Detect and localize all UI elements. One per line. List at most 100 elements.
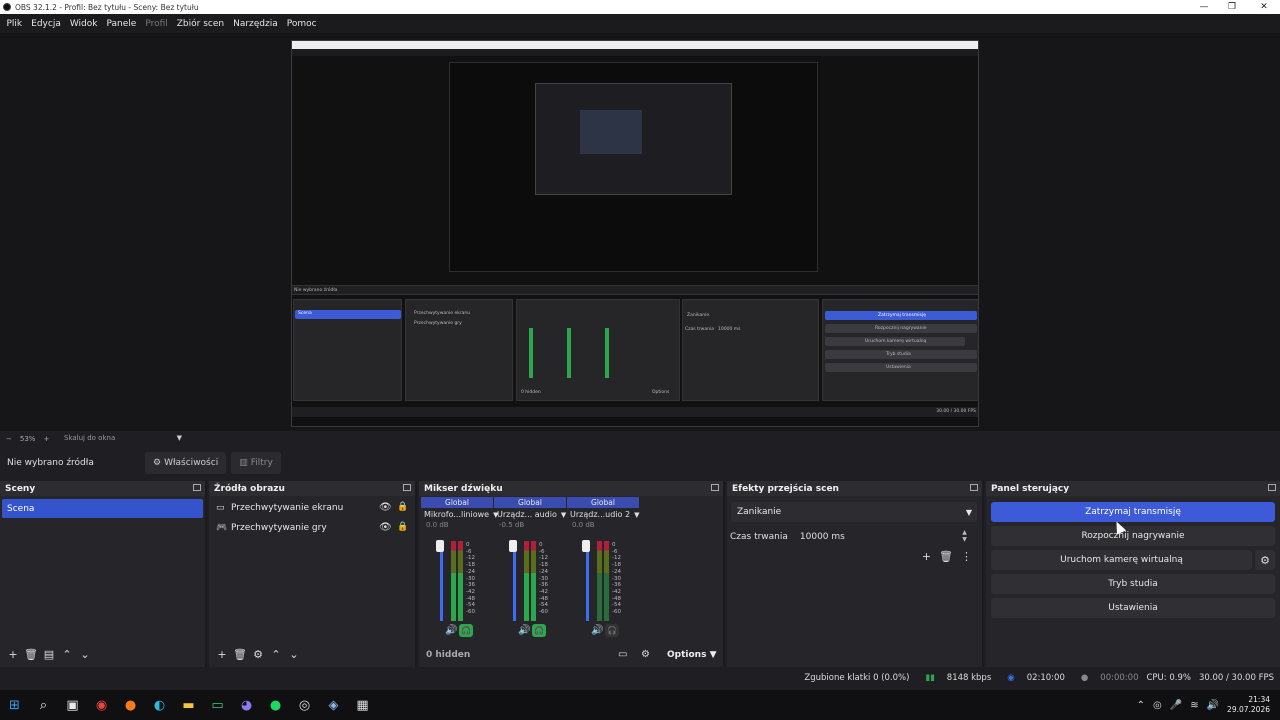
folder-icon[interactable]: ▬ bbox=[174, 690, 203, 720]
microphone-icon[interactable]: 🎤 bbox=[1170, 700, 1182, 711]
visibility-eye-icon[interactable]: 👁 bbox=[379, 502, 392, 513]
nested-settings: Ustawienia bbox=[886, 365, 911, 370]
studio-mode-button[interactable]: Tryb studia bbox=[991, 574, 1275, 594]
more-vertical-icon[interactable]: ⋮ bbox=[961, 550, 972, 563]
stop-stream-label: Zatrzymaj transmisję bbox=[1085, 507, 1181, 517]
lock-icon[interactable]: 🔒 bbox=[397, 502, 408, 512]
filter-icon[interactable]: ▤ bbox=[40, 646, 58, 664]
channel-name[interactable]: Mikrofo...liniowe ▼ bbox=[421, 508, 498, 521]
mixer-layout-icon[interactable]: ▭ bbox=[618, 649, 627, 660]
mixer-channel: Global Urządz...udio 2 ▼ 0.0 dB 0 -6 -12 -18… bbox=[567, 497, 639, 637]
volume-fader[interactable] bbox=[586, 541, 589, 621]
move-up-icon[interactable]: ⌃ bbox=[267, 646, 285, 664]
menu-view[interactable]: Widok bbox=[65, 19, 102, 29]
close-icon[interactable]: ✕ bbox=[1248, 0, 1280, 14]
menu-tools[interactable]: Narzędzia bbox=[229, 19, 283, 29]
filters-button[interactable]: ▥ Filtry bbox=[231, 452, 281, 474]
cpu-usage: CPU: 0.9% bbox=[1146, 673, 1191, 683]
menu-help[interactable]: Pomoc bbox=[282, 19, 321, 29]
undock-icon[interactable] bbox=[711, 484, 719, 491]
clock[interactable]: 21:34 29.07.2026 bbox=[1227, 695, 1270, 715]
menu-profile[interactable]: Profil bbox=[141, 19, 172, 29]
start-recording-label: Rozpocznij nagrywanie bbox=[1081, 531, 1185, 541]
maximize-icon[interactable]: ❐ bbox=[1216, 0, 1248, 14]
undock-icon[interactable] bbox=[970, 484, 978, 491]
trash-icon[interactable]: 🗑 bbox=[231, 646, 249, 664]
wifi-icon[interactable]: ≋ bbox=[1190, 700, 1198, 711]
zoom-out-button[interactable]: − bbox=[0, 435, 18, 443]
transition-select[interactable]: Zanikanie ▼ bbox=[731, 502, 977, 522]
trash-icon[interactable]: 🗑 bbox=[22, 646, 40, 664]
discord-icon[interactable]: ◕ bbox=[232, 690, 261, 720]
virtual-cam-button[interactable]: Uruchom kamerę wirtualną bbox=[991, 550, 1252, 570]
add-icon[interactable]: + bbox=[213, 646, 231, 664]
speaker-icon[interactable]: 🔊 bbox=[445, 625, 457, 636]
options-button[interactable]: Options ▼ bbox=[667, 650, 717, 660]
steam-icon[interactable]: ◈ bbox=[319, 690, 348, 720]
speaker-icon[interactable]: 🔊 bbox=[518, 625, 530, 636]
app-icon[interactable]: ▦ bbox=[348, 690, 377, 720]
volume-fader[interactable] bbox=[440, 541, 443, 621]
scale-select[interactable]: Skaluj do okna ▼ bbox=[64, 434, 184, 443]
lock-icon[interactable]: 🔒 bbox=[397, 522, 408, 532]
duration-row: Czas trwania 10000 ms ▲ ▼ bbox=[727, 527, 982, 547]
menu-file[interactable]: Plik bbox=[2, 19, 27, 29]
duration-input[interactable]: 10000 ms ▲ ▼ bbox=[793, 527, 972, 547]
settings-button[interactable]: Ustawienia bbox=[991, 598, 1275, 618]
gear-icon[interactable]: ⚙ bbox=[249, 646, 267, 664]
obs-icon[interactable]: ◎ bbox=[290, 690, 319, 720]
visibility-eye-icon[interactable]: 👁 bbox=[379, 522, 392, 533]
start-recording-button[interactable]: Rozpocznij nagrywanie bbox=[991, 526, 1275, 546]
search-icon[interactable]: ⌕ bbox=[29, 690, 58, 720]
nested-studio: Tryb studia bbox=[886, 352, 911, 357]
terminal-icon[interactable]: ▭ bbox=[203, 690, 232, 720]
taskbar: ⊞ ⌕ ▣ ◉ ● ◐ ▬ ▭ ◕ ● ◎ ◈ ▦ ⌃ ◎ 🎤 ≋ 🔊 21:3… bbox=[0, 690, 1280, 720]
channel-name[interactable]: Urządz...udio 2 ▼ bbox=[567, 508, 639, 521]
volume-fader[interactable] bbox=[513, 541, 516, 621]
channel-name[interactable]: Urządz... audio ▼ bbox=[494, 508, 566, 521]
menu-scene-collection[interactable]: Zbiór scen bbox=[172, 19, 228, 29]
scene-item[interactable]: Scena bbox=[2, 499, 203, 518]
windows-start-icon[interactable]: ⊞ bbox=[0, 690, 29, 720]
trash-icon[interactable]: 🗑 bbox=[939, 550, 953, 563]
headphones-icon[interactable]: 🎧 bbox=[459, 624, 473, 637]
source-item[interactable]: ▭ Przechwytywanie ekranu 👁 🔒 bbox=[209, 498, 415, 518]
volume-icon[interactable]: 🔊 bbox=[1207, 700, 1219, 711]
advanced-audio-icon[interactable]: ⚙ bbox=[641, 649, 650, 660]
chevron-up-icon[interactable]: ⌃ bbox=[1137, 700, 1145, 711]
chevron-down-icon: ▼ bbox=[634, 510, 640, 519]
move-down-icon[interactable]: ⌄ bbox=[76, 646, 94, 664]
fader-knob[interactable] bbox=[509, 540, 517, 552]
add-icon[interactable]: + bbox=[4, 646, 22, 664]
zoom-in-button[interactable]: + bbox=[37, 435, 55, 443]
add-icon[interactable]: + bbox=[922, 550, 931, 563]
fader-knob[interactable] bbox=[582, 540, 590, 552]
gear-icon[interactable]: ⚙ bbox=[1255, 550, 1275, 570]
menu-edit[interactable]: Edycja bbox=[27, 19, 66, 29]
menu-docks[interactable]: Panele bbox=[102, 19, 141, 29]
firefox-icon[interactable]: ● bbox=[116, 690, 145, 720]
spotify-icon[interactable]: ● bbox=[261, 690, 290, 720]
fader-knob[interactable] bbox=[436, 540, 444, 552]
headphones-icon[interactable]: 🎧 bbox=[605, 624, 619, 637]
clock-date: 29.07.2026 bbox=[1227, 705, 1270, 714]
title-bar: OBS 32.1.2 - Profil: Bez tytułu - Sceny:… bbox=[0, 0, 1280, 14]
undock-icon[interactable] bbox=[193, 484, 201, 491]
chrome-icon[interactable]: ◉ bbox=[87, 690, 116, 720]
virtual-cam-label: Uruchom kamerę wirtualną bbox=[1060, 555, 1183, 565]
sources-header: Źródła obrazu bbox=[209, 481, 415, 496]
stop-stream-button[interactable]: Zatrzymaj transmisję bbox=[991, 502, 1275, 522]
obs-tray-icon[interactable]: ◎ bbox=[1153, 700, 1162, 711]
properties-button[interactable]: ⚙ Właściwości bbox=[145, 452, 227, 474]
spin-arrows-icon[interactable]: ▲ ▼ bbox=[962, 529, 967, 543]
undock-icon[interactable] bbox=[1268, 484, 1276, 491]
source-item[interactable]: 🎮 Przechwytywanie gry 👁 🔒 bbox=[209, 518, 415, 538]
meter-ticks: 0 -6 -12 -18 -24 -30 -36 -42 -48 -54 -60 bbox=[612, 542, 621, 616]
move-up-icon[interactable]: ⌃ bbox=[58, 646, 76, 664]
task-view-icon[interactable]: ▣ bbox=[58, 690, 87, 720]
move-down-icon[interactable]: ⌄ bbox=[285, 646, 303, 664]
undock-icon[interactable] bbox=[403, 484, 411, 491]
edge-icon[interactable]: ◐ bbox=[145, 690, 174, 720]
headphones-icon[interactable]: 🎧 bbox=[532, 624, 546, 637]
speaker-icon[interactable]: 🔊 bbox=[591, 625, 603, 636]
